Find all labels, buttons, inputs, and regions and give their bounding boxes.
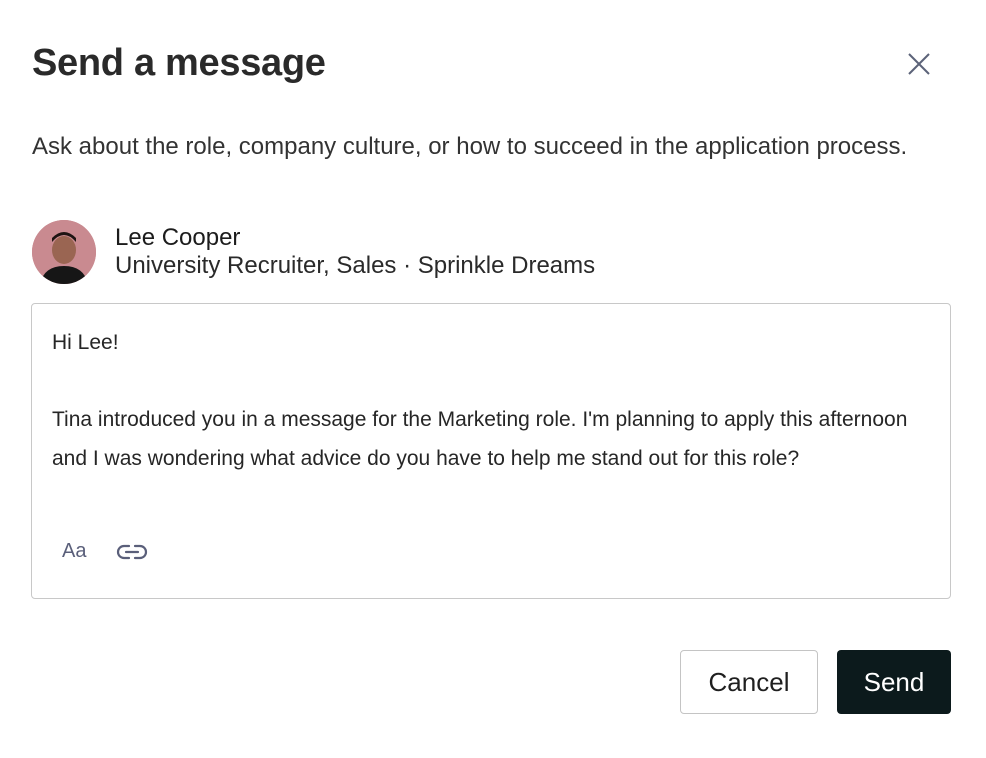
send-message-dialog: Send a message Ask about the role, compa… xyxy=(0,0,986,758)
recipient-card: Lee Cooper University Recruiter, Sales ·… xyxy=(32,220,595,284)
text-format-button[interactable]: Aa xyxy=(52,540,102,563)
link-icon xyxy=(116,544,148,559)
dialog-description: Ask about the role, company culture, or … xyxy=(32,133,908,160)
cancel-button[interactable]: Cancel xyxy=(680,650,818,714)
text-format-icon: Aa xyxy=(62,540,87,562)
message-body: Tina introduced you in a message for the… xyxy=(52,408,908,470)
insert-link-button[interactable] xyxy=(116,542,148,562)
message-greeting: Hi Lee! xyxy=(52,331,119,354)
message-composer[interactable]: Hi Lee! Tina introduced you in a message… xyxy=(31,303,951,599)
recipient-subtitle: University Recruiter, Sales · Sprinkle D… xyxy=(115,252,596,279)
dialog-title: Send a message xyxy=(32,42,326,84)
composer-toolbar: Aa xyxy=(52,540,148,563)
recipient-name: Lee Cooper xyxy=(115,224,241,251)
close-icon xyxy=(908,53,930,75)
send-button[interactable]: Send xyxy=(837,650,951,714)
avatar xyxy=(32,220,96,284)
close-button[interactable] xyxy=(900,45,938,83)
message-input[interactable]: Hi Lee! Tina introduced you in a message… xyxy=(52,324,937,478)
